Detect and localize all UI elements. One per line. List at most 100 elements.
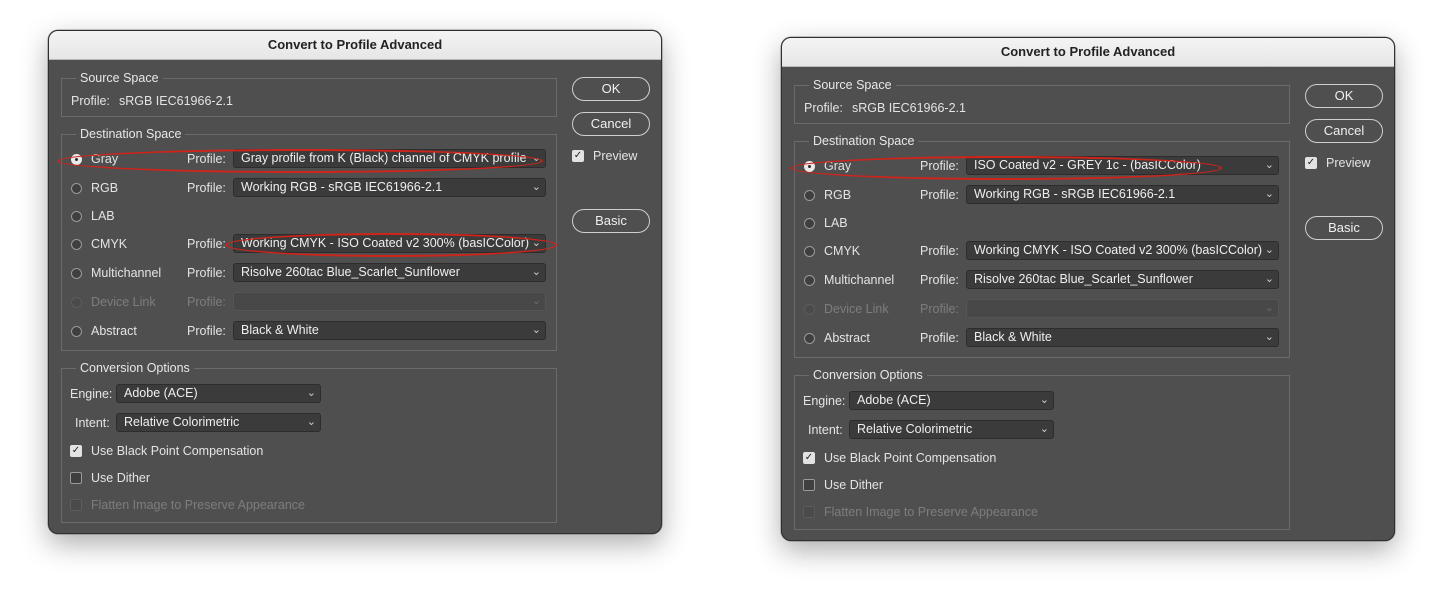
dialog-right: Convert to Profile Advanced Source Space…: [781, 37, 1395, 541]
profile-select-rgb[interactable]: Working RGB - sRGB IEC61966-2.1 ⌄: [966, 185, 1279, 204]
preview-checkbox[interactable]: ✓: [1305, 157, 1317, 169]
dither-label: Use Dither: [91, 471, 151, 485]
radio-lab[interactable]: [71, 211, 82, 222]
radio-rgb[interactable]: [71, 183, 82, 194]
profile-label-abstract: Profile:: [920, 331, 959, 345]
intent-select-value: Relative Colorimetric: [124, 415, 240, 429]
chevron-down-icon: ⌄: [1039, 423, 1049, 435]
chevron-down-icon: ⌄: [531, 324, 541, 336]
ok-button[interactable]: OK: [572, 77, 650, 101]
conversion-options-group: Conversion Options Engine: Adobe (ACE) ⌄…: [61, 360, 557, 523]
flatten-checkbox: [70, 499, 82, 511]
profile-label-cmyk: Profile:: [920, 244, 959, 258]
radio-abstract[interactable]: [804, 333, 815, 344]
intent-select[interactable]: Relative Colorimetric ⌄: [849, 420, 1054, 439]
profile-select-gray[interactable]: Gray profile from K (Black) channel of C…: [233, 149, 546, 168]
chevron-down-icon: ⌄: [531, 266, 541, 278]
engine-select[interactable]: Adobe (ACE) ⌄: [849, 391, 1054, 410]
engine-select[interactable]: Adobe (ACE) ⌄: [116, 384, 321, 403]
profile-label-gray: Profile:: [187, 152, 226, 166]
profile-select-rgb[interactable]: Working RGB - sRGB IEC61966-2.1 ⌄: [233, 178, 546, 197]
chevron-down-icon: ⌄: [531, 152, 541, 164]
profile-select-abstract[interactable]: Black & White ⌄: [233, 321, 546, 340]
label-rgb: RGB: [824, 188, 852, 202]
profile-select-rgb-value: Working RGB - sRGB IEC61966-2.1: [974, 187, 1176, 201]
profile-select-cmyk[interactable]: Working CMYK - ISO Coated v2 300% (basIC…: [233, 234, 546, 253]
dither-checkbox[interactable]: [803, 479, 815, 491]
source-space-group: Source Space Profile: sRGB IEC61966-2.1: [794, 77, 1290, 124]
label-device-link: Device Link: [91, 295, 156, 309]
chevron-down-icon: ⌄: [1264, 331, 1274, 343]
flatten-checkbox: [803, 506, 815, 518]
chevron-down-icon: ⌄: [531, 295, 541, 307]
profile-select-multichannel-value: Risolve 260tac Blue_Scarlet_Sunflower: [241, 265, 460, 279]
radio-cmyk[interactable]: [804, 246, 815, 257]
label-multichannel: Multichannel: [824, 273, 895, 287]
radio-rgb[interactable]: [804, 190, 815, 201]
profile-label-device-link: Profile:: [187, 295, 226, 309]
profile-select-abstract[interactable]: Black & White ⌄: [966, 328, 1279, 347]
profile-select-multichannel[interactable]: Risolve 260tac Blue_Scarlet_Sunflower ⌄: [233, 263, 546, 282]
radio-device-link: [71, 297, 82, 308]
black-point-checkbox[interactable]: ✓: [803, 452, 815, 464]
radio-lab[interactable]: [804, 218, 815, 229]
radio-abstract[interactable]: [71, 326, 82, 337]
label-gray: Gray: [91, 152, 119, 166]
intent-label: Intent:: [75, 416, 110, 430]
radio-multichannel[interactable]: [71, 268, 82, 279]
profile-select-multichannel-value: Risolve 260tac Blue_Scarlet_Sunflower: [974, 272, 1193, 286]
radio-cmyk[interactable]: [71, 239, 82, 250]
source-space-group: Source Space Profile: sRGB IEC61966-2.1: [61, 70, 557, 117]
label-abstract: Abstract: [91, 324, 137, 338]
destination-space-group: Destination Space Gray Profile: ISO Coat…: [794, 133, 1290, 358]
label-lab: LAB: [91, 209, 115, 223]
preview-label: Preview: [1326, 156, 1371, 170]
profile-select-cmyk[interactable]: Working CMYK - ISO Coated v2 300% (basIC…: [966, 241, 1279, 260]
label-abstract: Abstract: [824, 331, 870, 345]
label-device-link: Device Link: [824, 302, 889, 316]
preview-checkbox[interactable]: ✓: [572, 150, 584, 162]
engine-select-value: Adobe (ACE): [857, 393, 931, 407]
flatten-label: Flatten Image to Preserve Appearance: [824, 505, 1039, 519]
black-point-checkbox[interactable]: ✓: [70, 445, 82, 457]
engine-label: Engine:: [70, 387, 113, 401]
profile-label-cmyk: Profile:: [187, 237, 226, 251]
intent-select-value: Relative Colorimetric: [857, 422, 973, 436]
intent-label: Intent:: [808, 423, 843, 437]
cancel-button[interactable]: Cancel: [572, 112, 650, 136]
chevron-down-icon: ⌄: [306, 416, 316, 428]
source-space-legend: Source Space: [809, 77, 896, 93]
profile-select-cmyk-value: Working CMYK - ISO Coated v2 300% (basIC…: [241, 236, 530, 250]
radio-gray[interactable]: [71, 154, 82, 165]
profile-select-device-link: ⌄: [233, 292, 546, 311]
checkmark-icon: ✓: [573, 150, 583, 161]
chevron-down-icon: ⌄: [1264, 302, 1274, 314]
radio-gray[interactable]: [804, 161, 815, 172]
profile-label-rgb: Profile:: [187, 181, 226, 195]
conversion-options-legend: Conversion Options: [809, 367, 927, 383]
profile-select-device-link: ⌄: [966, 299, 1279, 318]
dither-label: Use Dither: [824, 478, 884, 492]
profile-select-gray[interactable]: ISO Coated v2 - GREY 1c - (basICColor) ⌄: [966, 156, 1279, 175]
dither-checkbox[interactable]: [70, 472, 82, 484]
profile-select-multichannel[interactable]: Risolve 260tac Blue_Scarlet_Sunflower ⌄: [966, 270, 1279, 289]
radio-multichannel[interactable]: [804, 275, 815, 286]
basic-button[interactable]: Basic: [572, 209, 650, 233]
destination-space-legend: Destination Space: [809, 133, 919, 149]
source-profile-label: Profile:: [71, 94, 110, 108]
profile-select-rgb-value: Working RGB - sRGB IEC61966-2.1: [241, 180, 443, 194]
profile-select-abstract-value: Black & White: [241, 323, 319, 337]
profile-label-gray: Profile:: [920, 159, 959, 173]
conversion-options-legend: Conversion Options: [76, 360, 194, 376]
source-profile-value: sRGB IEC61966-2.1: [119, 94, 233, 108]
basic-button[interactable]: Basic: [1305, 216, 1383, 240]
label-rgb: RGB: [91, 181, 119, 195]
dialog-title: Convert to Profile Advanced: [782, 38, 1394, 67]
cancel-button[interactable]: Cancel: [1305, 119, 1383, 143]
intent-select[interactable]: Relative Colorimetric ⌄: [116, 413, 321, 432]
checkmark-icon: ✓: [1306, 157, 1316, 168]
profile-label-multichannel: Profile:: [187, 266, 226, 280]
profile-label-device-link: Profile:: [920, 302, 959, 316]
ok-button[interactable]: OK: [1305, 84, 1383, 108]
chevron-down-icon: ⌄: [1264, 244, 1274, 256]
